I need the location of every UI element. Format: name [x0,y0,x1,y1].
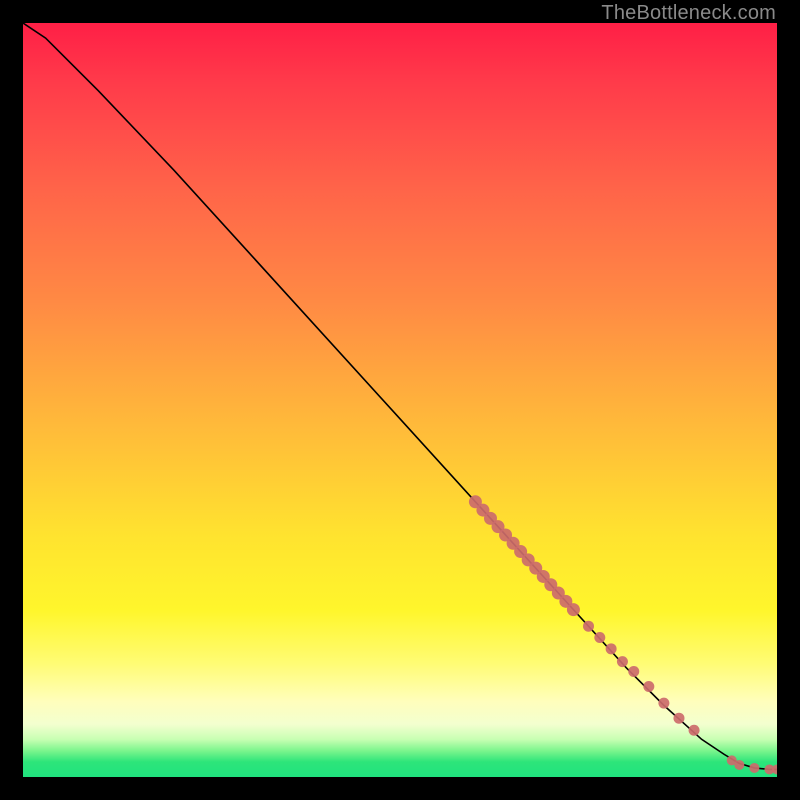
chart-svg [23,23,777,777]
data-point [594,632,605,643]
bottleneck-curve [23,23,777,769]
curve-layer [23,23,777,769]
data-point [749,763,759,773]
data-point [658,698,669,709]
data-point [583,621,594,632]
data-point [606,643,617,654]
data-point [734,760,744,770]
data-point [689,725,700,736]
data-point [643,681,654,692]
data-point [617,656,628,667]
plot-area [23,23,777,777]
chart-stage: TheBottleneck.com [0,0,800,800]
data-point [673,713,684,724]
watermark-text: TheBottleneck.com [601,2,776,25]
data-points-layer [469,495,777,774]
data-point [628,666,639,677]
data-point [567,603,580,616]
